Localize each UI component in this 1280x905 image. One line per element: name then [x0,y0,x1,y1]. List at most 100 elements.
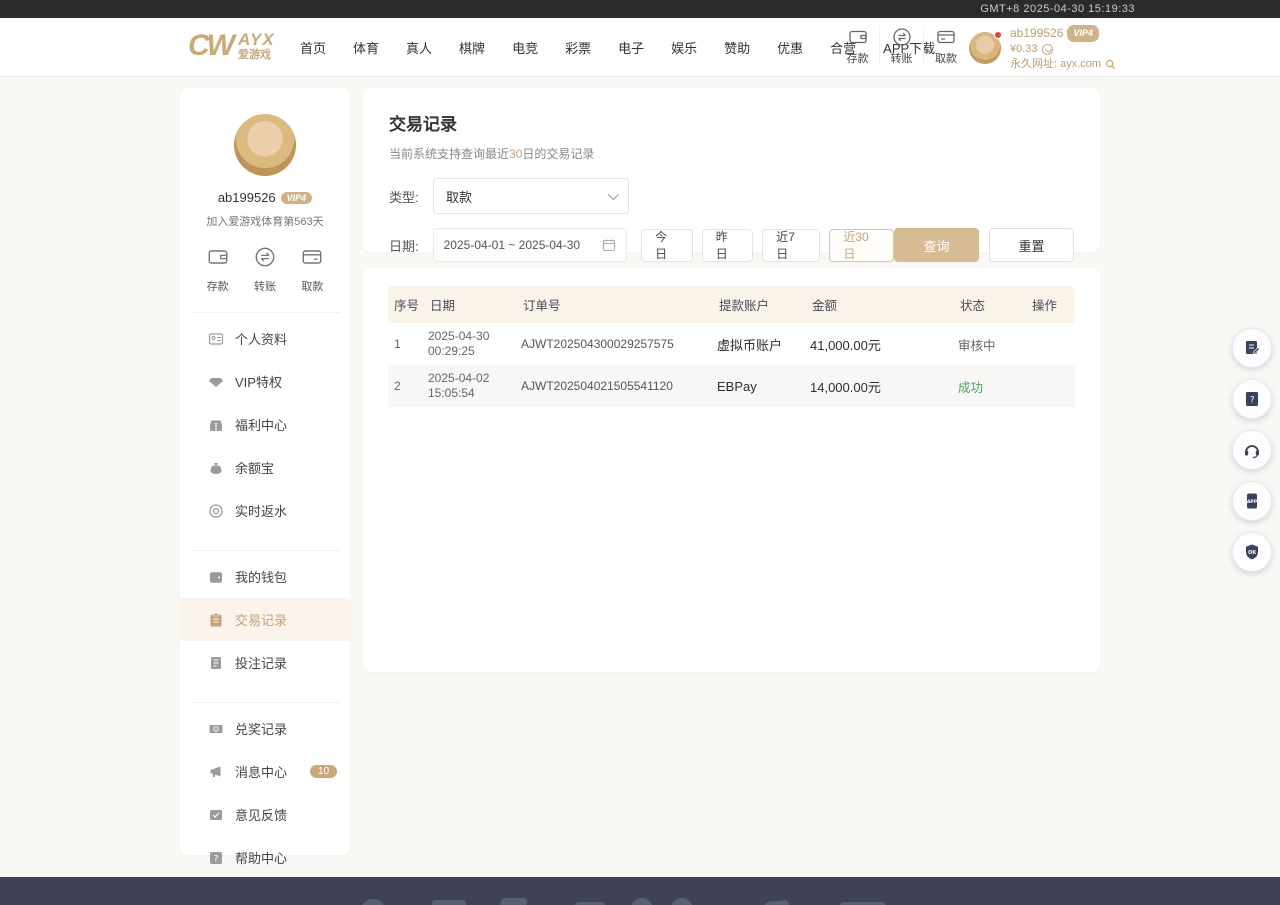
sidebar-item-label: 余额宝 [235,458,274,477]
sidebar-item-bet-records[interactable]: 投注记录 [180,641,350,684]
row-date-time: 00:29:25 [428,344,521,359]
partner-logo [672,898,692,905]
partner-logo [764,900,789,905]
withdraw-button[interactable]: 取款 [924,26,968,66]
edit-note-icon [1242,338,1262,358]
date-range-input[interactable]: 2025-04-01 ~ 2025-04-30 [433,228,628,262]
nav-lottery[interactable]: 彩票 [565,38,591,57]
col-date: 日期 [428,295,521,314]
sidebar-item-help-center[interactable]: ? 帮助中心 [180,836,350,879]
nav-home[interactable]: 首页 [300,38,326,57]
security-ok-icon: OK [1242,542,1262,562]
row-account: EBPay [717,379,810,394]
faq-button[interactable]: ? [1232,379,1272,419]
customer-service-button[interactable] [1232,430,1272,470]
vip-icon [208,374,224,390]
range-7days-button[interactable]: 近7日 [762,229,820,262]
col-order: 订单号 [521,295,717,314]
row-order-no: AJWT202504300029257575 [521,337,717,351]
table-row: 2 2025-04-02 15:05:54 AJWT20250402150554… [388,365,1075,407]
nav-esports[interactable]: 电竞 [512,38,538,57]
sidebar-item-my-wallet[interactable]: 我的钱包 [180,555,350,598]
sidebar-deposit-button[interactable]: 存款 [206,245,230,294]
nav-slots[interactable]: 电子 [618,38,644,57]
faq-book-icon: ? [1242,389,1262,409]
sidebar-item-vip[interactable]: VIP特权 [180,360,350,403]
sidebar-item-label: 个人资料 [235,329,287,348]
nav-live[interactable]: 真人 [406,38,432,57]
type-filter-label: 类型: [389,187,433,206]
page-title: 交易记录 [389,110,1074,135]
sidebar-item-yuebao[interactable]: 余额宝 [180,446,350,489]
reset-button[interactable]: 重置 [989,228,1074,262]
query-button[interactable]: 查询 [894,228,979,262]
page-subtitle: 当前系统支持查询最近30日的交易记录 [389,145,1074,162]
sidebar-item-transaction-records[interactable]: 交易记录 [180,598,350,641]
sidebar-item-label: 实时返水 [235,501,287,520]
range-yesterday-button[interactable]: 昨日 [702,229,754,262]
help-icon: ? [208,850,224,866]
withdraw-card-icon [935,26,957,48]
deposit-button[interactable]: 存款 [836,26,880,66]
subtitle-suffix: 日的交易记录 [522,147,594,161]
sidebar-item-label: 意见反馈 [235,805,287,824]
sidebar-item-label: 消息中心 [235,762,287,781]
nav-promo[interactable]: 优惠 [777,38,803,57]
deposit-label: 存款 [847,50,869,66]
sidebar-item-message-center[interactable]: 消息中心 10 [180,750,350,793]
main-header: CW AYX 爱游戏 首页 体育 真人 棋牌 电竞 彩票 电子 娱乐 赞助 优惠… [0,18,1280,77]
nav-sports[interactable]: 体育 [353,38,379,57]
sidebar-item-label: 兑奖记录 [235,719,287,738]
calendar-icon [602,238,616,252]
nav-sponsor[interactable]: 赞助 [724,38,750,57]
col-status: 状态 [958,295,1030,314]
sidebar-transfer-button[interactable]: 转账 [253,245,277,294]
sidebar-item-welfare[interactable]: 福利中心 [180,403,350,446]
permanent-url: 永久网址: ayx.com [1010,57,1101,72]
records-table-panel: 序号 日期 订单号 提款账户 金额 状态 操作 1 2025-04-30 00:… [363,268,1100,672]
user-info[interactable]: ab199526 VIP4 ¥0.33 永久网址: ayx.com [1010,25,1116,72]
sidebar-item-profile[interactable]: 个人资料 [180,317,350,360]
transaction-records-icon [208,612,224,628]
svg-text:APP: APP [1247,499,1258,505]
sidebar-deposit-label: 存款 [207,278,229,294]
logo-brand-text: AYX [238,31,275,48]
header-quick-actions: 存款 转账 取款 [836,26,968,66]
partner-logo [432,900,466,905]
range-today-button[interactable]: 今日 [641,229,693,262]
feedback-icon [208,807,224,823]
row-no: 1 [388,337,428,351]
type-select[interactable]: 取款 [433,178,629,214]
col-action: 操作 [1030,295,1075,314]
user-avatar[interactable] [969,32,1001,64]
range-30days-button[interactable]: 近30日 [829,229,894,262]
balance-refresh-icon[interactable] [1042,44,1053,55]
nav-cards[interactable]: 棋牌 [459,38,485,57]
divider [190,312,340,313]
nav-entertainment[interactable]: 娱乐 [671,38,697,57]
gmt-datetime: GMT+8 2025-04-30 15:19:33 [980,0,1135,18]
transfer-button[interactable]: 转账 [880,26,924,66]
deposit-wallet-icon [847,26,869,48]
id-card-icon [208,331,224,347]
sidebar-item-rebate[interactable]: 实时返水 [180,489,350,532]
sidebar-item-prize-records[interactable]: 兑奖记录 [180,707,350,750]
subtitle-days: 30 [509,147,522,161]
joined-days-text: 加入爱游戏体育第563天 [180,213,350,229]
sidebar-withdraw-button[interactable]: 取款 [300,245,324,294]
row-status: 成功 [958,377,1030,396]
brand-logo[interactable]: CW AYX 爱游戏 [188,28,275,64]
table-row: 1 2025-04-30 00:29:25 AJWT20250430002925… [388,323,1075,365]
row-date: 2025-04-30 00:29:25 [428,323,521,365]
prize-records-icon [208,721,224,737]
sidebar-item-feedback[interactable]: 意见反馈 [180,793,350,836]
survey-feedback-button[interactable] [1232,328,1272,368]
search-icon[interactable] [1105,59,1116,70]
sidebar-item-label: 投注记录 [235,653,287,672]
profile-section: ab199526 VIP4 加入爱游戏体育第563天 存款 转账 [180,88,350,294]
profile-avatar [234,114,296,176]
page-body: ab199526 VIP4 加入爱游戏体育第563天 存款 转账 [0,77,1280,877]
app-download-button[interactable]: APP [1232,481,1272,521]
security-check-button[interactable]: OK [1232,532,1272,572]
bet-records-icon [208,655,224,671]
